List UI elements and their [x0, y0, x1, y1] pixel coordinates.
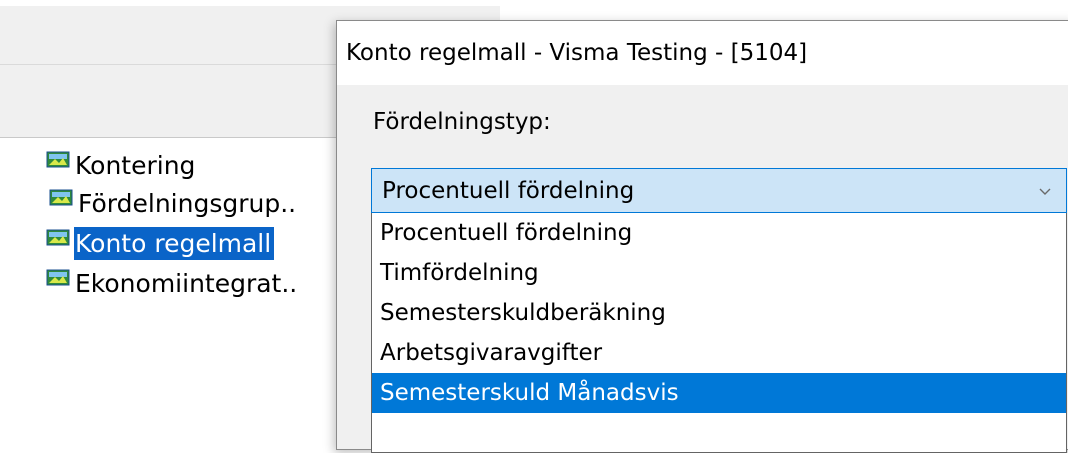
tree-item-label: Fördelningsgrup..	[78, 188, 297, 218]
combobox-selected-value: Procentuell fördelning	[382, 177, 635, 204]
dropdown-option-semesterskuld-manadsvis[interactable]: Semesterskuld Månadsvis	[372, 373, 1066, 413]
konto-regelmall-dialog: Konto regelmall - Visma Testing - [5104]…	[336, 20, 1068, 453]
tree-item-ekonomiintegration[interactable]: Ekonomiintegrat..	[46, 266, 300, 300]
tree-node-icon	[49, 186, 75, 206]
tree-item-kontering[interactable]: Kontering	[46, 148, 198, 182]
fordelningstyp-label: Fördelningstyp:	[373, 109, 551, 135]
tree-node-icon	[46, 266, 72, 286]
tree-item-konto-regelmall[interactable]: Konto regelmall	[46, 226, 275, 260]
dropdown-option-timfordelning[interactable]: Timfördelning	[372, 253, 1066, 293]
tree-item-label: Kontering	[75, 150, 196, 180]
tree-node-icon	[46, 226, 72, 246]
dropdown-option-procentuell[interactable]: Procentuell fördelning	[372, 213, 1066, 253]
fordelningstyp-dropdown-list: Procentuell fördelning Timfördelning Sem…	[371, 213, 1067, 453]
dialog-title: Konto regelmall - Visma Testing - [5104]	[346, 40, 808, 66]
dialog-title-bar[interactable]: Konto regelmall - Visma Testing - [5104]	[337, 21, 1068, 85]
tree-item-fordelningsgrupper[interactable]: Fördelningsgrup..	[49, 186, 299, 220]
fordelningstyp-combobox[interactable]: Procentuell fördelning	[371, 168, 1067, 213]
chevron-down-icon[interactable]	[1038, 177, 1052, 201]
tree-item-label: Konto regelmall	[74, 226, 275, 260]
tree-item-label: Ekonomiintegrat..	[75, 268, 298, 298]
tree-node-icon	[46, 148, 72, 168]
navigation-tree: Kontering Fördelningsgrup.. Konto regelm…	[0, 138, 340, 444]
dropdown-option-arbetsgivaravgifter[interactable]: Arbetsgivaravgifter	[372, 333, 1066, 373]
dropdown-option-semesterskuldberakning[interactable]: Semesterskuldberäkning	[372, 293, 1066, 333]
